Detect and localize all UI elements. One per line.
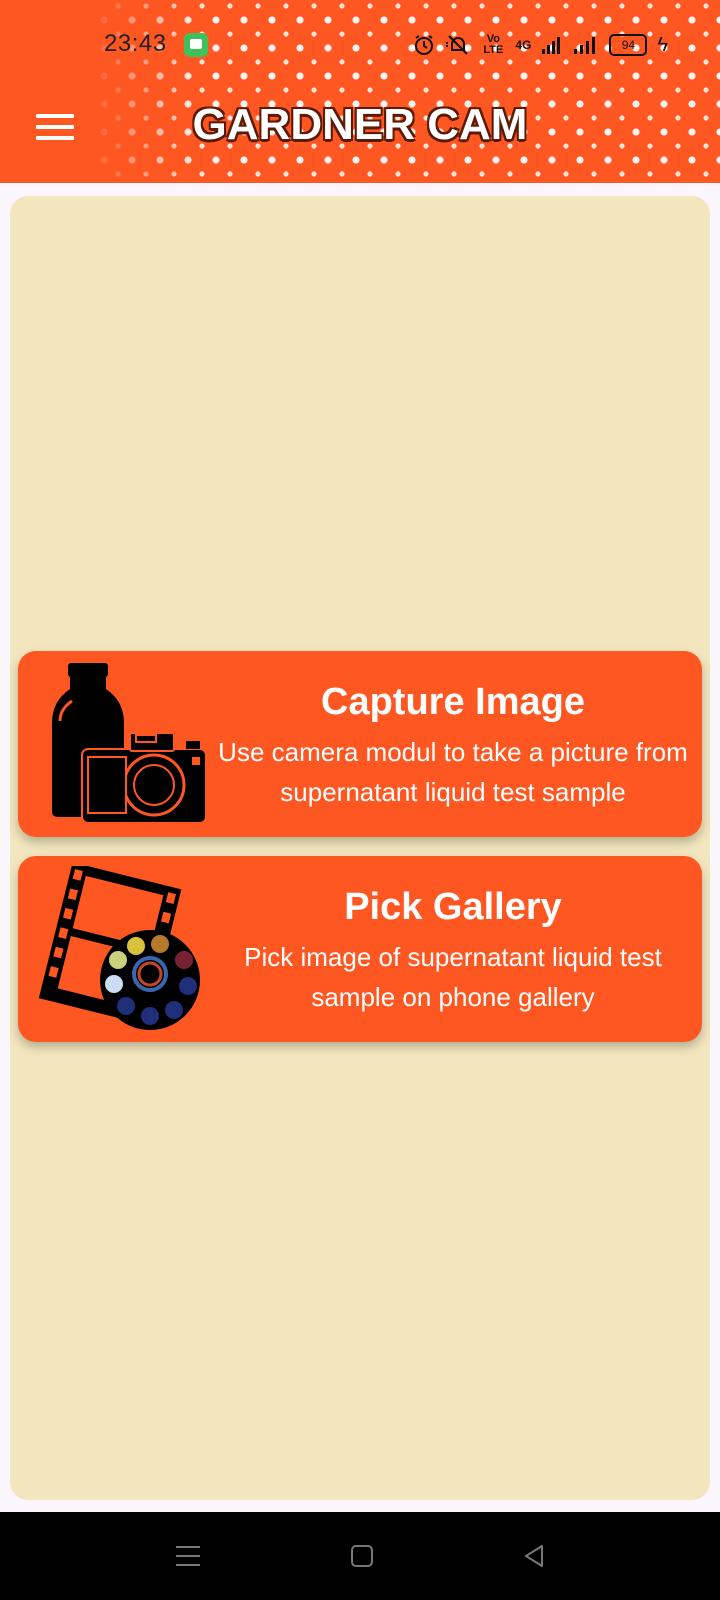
app-title: GARDNER CAM	[192, 100, 528, 149]
film-palette-icon	[38, 866, 200, 1030]
alarm-icon	[415, 35, 434, 55]
signal-strength-icon-1	[542, 37, 561, 54]
signal-strength-icon-2	[574, 37, 596, 54]
system-nav-bar	[0, 1512, 720, 1600]
main-panel	[10, 196, 710, 1500]
app-header: 23:43 Vo LTE 4G 94 ϟ GARDNER CAM	[0, 0, 720, 183]
home-icon[interactable]	[346, 1540, 378, 1572]
status-time: 23:43	[104, 30, 167, 57]
battery-level: 94	[621, 38, 636, 52]
battery-icon: 94	[609, 34, 648, 56]
capture-image-title: Capture Image	[321, 681, 585, 723]
capture-image-text: Capture Image Use camera modul to take a…	[204, 651, 702, 837]
back-icon[interactable]	[518, 1540, 550, 1572]
bottle-camera-icon	[52, 663, 207, 824]
pick-gallery-button[interactable]: Pick Gallery Pick image of supernatant l…	[18, 856, 702, 1042]
charging-icon: ϟ	[657, 33, 668, 56]
pick-gallery-title: Pick Gallery	[344, 886, 562, 928]
volte-icon: Vo LTE	[483, 33, 504, 56]
capture-image-description: Use camera modul to take a picture from …	[218, 737, 688, 807]
capture-image-button[interactable]: Capture Image Use camera modul to take a…	[18, 651, 702, 837]
status-bar: 23:43 Vo LTE 4G 94 ϟ	[0, 0, 720, 90]
pick-gallery-description: Pick image of supernatant liquid test sa…	[244, 942, 662, 1012]
mute-bell-icon	[446, 35, 469, 55]
pick-gallery-text: Pick Gallery Pick image of supernatant l…	[204, 856, 702, 1042]
messages-notification-icon	[184, 33, 208, 57]
recent-apps-icon[interactable]	[172, 1540, 204, 1572]
network-type-label: 4G	[515, 38, 532, 52]
status-icons: Vo LTE 4G 94 ϟ	[413, 30, 668, 60]
